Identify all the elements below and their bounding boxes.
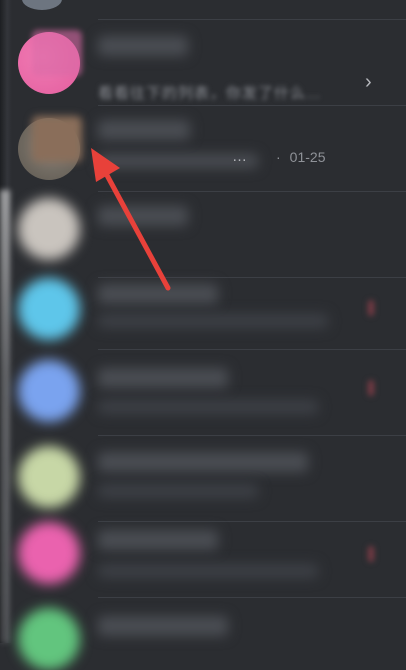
red-arrow-annotation xyxy=(91,148,171,291)
